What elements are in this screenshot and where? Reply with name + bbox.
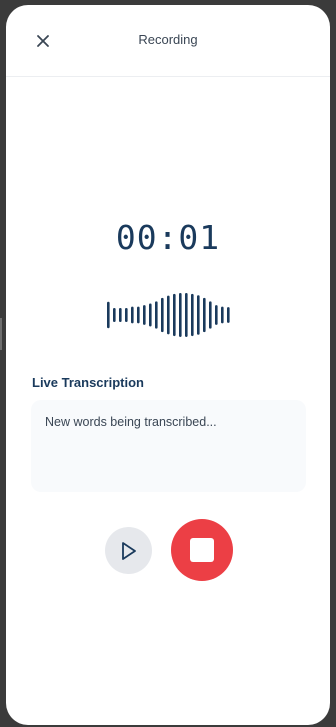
waveform-bar: [131, 306, 134, 324]
waveform-bar: [119, 307, 122, 323]
waveform-bar: [185, 293, 188, 337]
transcription-box: New words being transcribed...: [31, 400, 306, 492]
waveform-bar: [155, 301, 158, 329]
waveform-bar: [227, 307, 230, 323]
header-bar: Recording: [6, 5, 330, 77]
recording-timer: 00:01: [115, 218, 221, 257]
waveform-bar: [197, 295, 200, 335]
waveform-bar: [221, 306, 224, 324]
phone-screen: Recording 00:01 Live Transcription New w…: [6, 5, 330, 725]
waveform-bar: [125, 307, 128, 323]
page-title: Recording: [138, 32, 198, 47]
stop-icon: [190, 538, 214, 562]
stop-button[interactable]: [171, 519, 233, 581]
live-transcription-label: Live Transcription: [32, 375, 144, 390]
play-icon: [122, 542, 136, 560]
waveform-bar: [173, 293, 176, 337]
waveform-bar: [143, 305, 146, 325]
transcription-text: New words being transcribed...: [45, 415, 217, 429]
waveform-bar: [107, 301, 110, 329]
play-button[interactable]: [105, 527, 152, 574]
waveform-visualizer: [107, 293, 230, 337]
waveform-bar: [167, 295, 170, 335]
waveform-bar: [191, 293, 194, 337]
waveform-bar: [161, 297, 164, 333]
waveform-bar: [137, 306, 140, 324]
waveform-bar: [215, 305, 218, 325]
waveform-bar: [203, 297, 206, 333]
waveform-bar: [149, 303, 152, 327]
window-edge-handle: [0, 318, 2, 350]
waveform-bar: [209, 301, 212, 329]
waveform-bar: [179, 293, 182, 337]
waveform-bar: [113, 307, 116, 323]
